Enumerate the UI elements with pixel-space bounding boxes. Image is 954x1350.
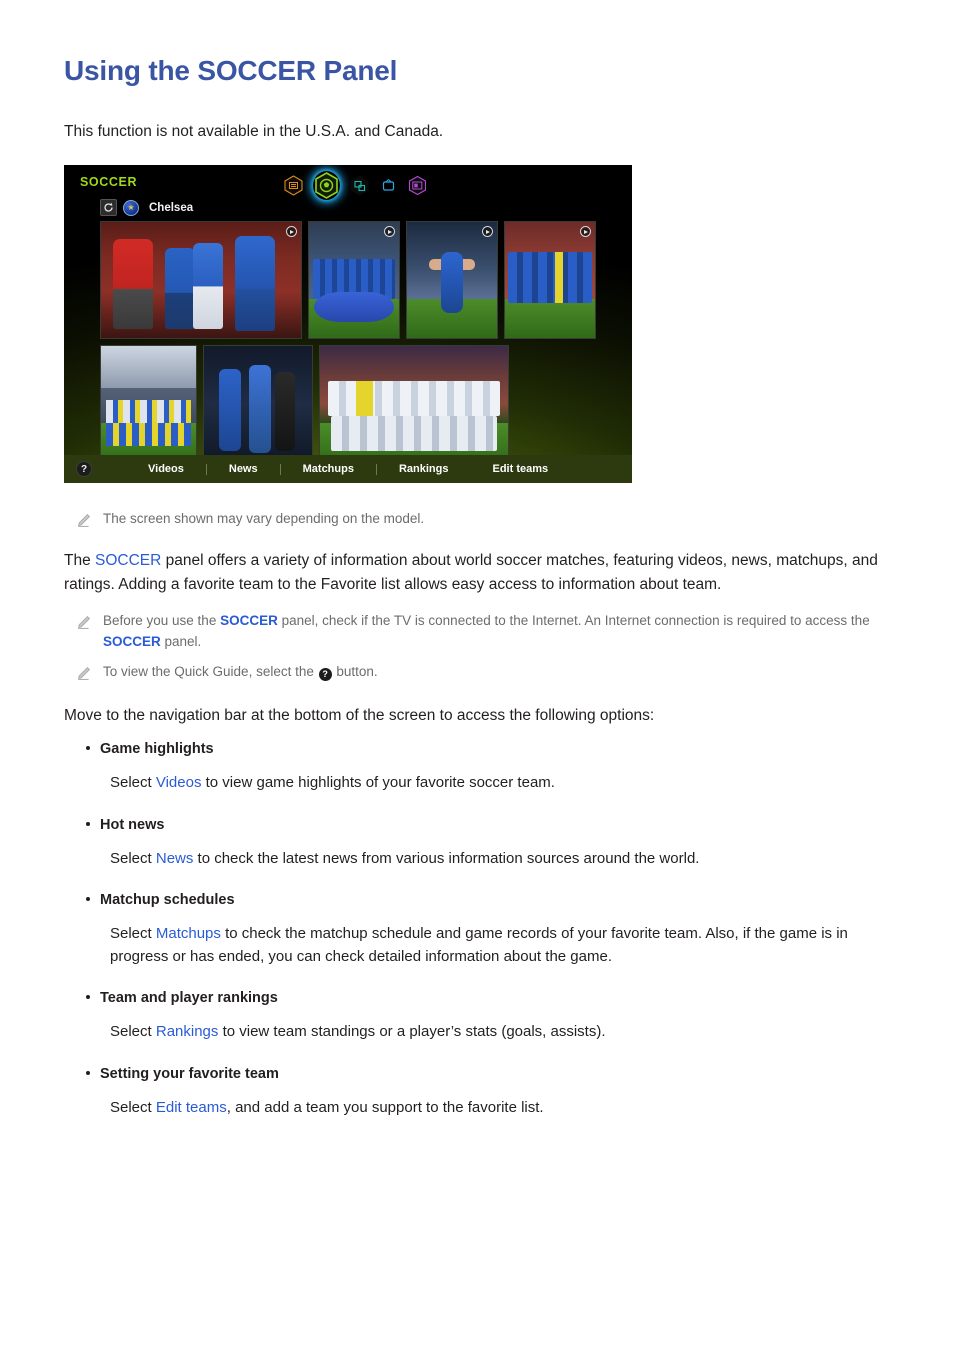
nav-item-matchups[interactable]: Matchups bbox=[281, 463, 376, 475]
soccer-ball-hex-icon[interactable] bbox=[313, 171, 340, 200]
bullet-body: Select Rankings to view team standings o… bbox=[64, 1021, 890, 1044]
note-text: Before you use the SOCCER panel, check i… bbox=[103, 611, 890, 652]
navigation-lead-line: Move to the navigation bar at the bottom… bbox=[64, 706, 655, 724]
body-part1: Select bbox=[110, 1098, 156, 1116]
multiscreen-hex-icon[interactable] bbox=[408, 175, 427, 196]
body-part2: to check the matchup schedule and game r… bbox=[110, 925, 848, 965]
bullet-team-player-rankings: Team and player rankings Select Rankings… bbox=[64, 990, 890, 1044]
note-quick-guide: To view the Quick Guide, select the ? bu… bbox=[64, 662, 890, 686]
thumb-team-photo-banner[interactable] bbox=[308, 221, 400, 340]
quick-guide-part1: To view the Quick Guide, select the bbox=[103, 663, 318, 679]
note-part3: panel. bbox=[160, 633, 202, 649]
tv-hex-icon[interactable] bbox=[379, 175, 398, 196]
bullet-matchup-schedules: Matchup schedules Select Matchups to che… bbox=[64, 892, 890, 968]
desc-part1: The bbox=[64, 552, 96, 570]
quick-guide-part2: button. bbox=[332, 663, 378, 679]
thumb-match-duel[interactable] bbox=[203, 345, 313, 464]
note-soccer-link-2[interactable]: SOCCER bbox=[103, 634, 161, 649]
crest-lion-glyph: ★ bbox=[127, 202, 135, 212]
body-part1: Select bbox=[110, 849, 156, 867]
refresh-icon[interactable] bbox=[100, 199, 117, 217]
bullet-body: Select Matchups to check the matchup sch… bbox=[64, 923, 890, 968]
intro-paragraph: This function is not available in the U.… bbox=[64, 122, 444, 140]
note-soccer-link-1[interactable]: SOCCER bbox=[220, 613, 278, 628]
nav-item-videos[interactable]: Videos bbox=[126, 463, 206, 475]
news-link[interactable]: News bbox=[156, 850, 194, 867]
bullet-title: Team and player rankings bbox=[100, 990, 278, 1007]
desc-soccer-link[interactable]: SOCCER bbox=[95, 552, 161, 569]
bullet-game-highlights: Game highlights Select Videos to view ga… bbox=[64, 741, 890, 795]
chelsea-crest-icon: ★ bbox=[123, 199, 139, 216]
bullet-row: Team and player rankings bbox=[64, 990, 890, 1006]
thumb-goal-celebration[interactable] bbox=[406, 221, 498, 340]
note-part2: panel, check if the TV is connected to t… bbox=[277, 613, 870, 629]
bullet-title: Game highlights bbox=[100, 741, 214, 758]
bullet-title: Setting your favorite team bbox=[100, 1065, 279, 1082]
bullet-dot-icon bbox=[86, 897, 90, 902]
videos-link[interactable]: Videos bbox=[156, 774, 202, 791]
thumb-team-photo-white-kit[interactable] bbox=[319, 345, 509, 464]
bullet-row: Setting your favorite team bbox=[64, 1066, 890, 1082]
thumb-stadium-team-photo[interactable] bbox=[100, 345, 197, 464]
help-button-icon[interactable]: ? bbox=[318, 668, 332, 682]
body-part1: Select bbox=[110, 774, 156, 792]
note-internet-required: Before you use the SOCCER panel, check i… bbox=[64, 611, 890, 652]
apps-hex-icon[interactable] bbox=[350, 175, 369, 196]
favorite-team-row[interactable]: ★ Chelsea bbox=[100, 199, 194, 217]
panel-logo: SOCCER bbox=[80, 175, 138, 190]
panel-header-icon-row bbox=[284, 171, 427, 200]
edit-teams-link[interactable]: Edit teams bbox=[156, 1099, 227, 1116]
body-part2: to view game highlights of your favorite… bbox=[201, 774, 555, 792]
note-screen-vary: The screen shown may vary depending on t… bbox=[64, 509, 890, 533]
bullet-dot-icon bbox=[86, 1070, 90, 1075]
body-part1: Select bbox=[110, 925, 156, 943]
pencil-icon bbox=[76, 513, 91, 533]
team-name-label: Chelsea bbox=[149, 201, 194, 214]
matchups-link[interactable]: Matchups bbox=[156, 925, 221, 942]
pencil-icon bbox=[76, 666, 91, 686]
soccer-panel-screenshot: SOCCER ★ Chelsea ? Videos News Matchups … bbox=[64, 165, 632, 484]
panel-header: SOCCER bbox=[64, 165, 632, 201]
bullet-setting-favorite-team: Setting your favorite team Select Edit t… bbox=[64, 1066, 890, 1120]
body-part2: to check the latest news from various in… bbox=[193, 849, 700, 867]
page-title: Using the SOCCER Panel bbox=[64, 55, 398, 86]
bullet-row: Game highlights bbox=[64, 741, 890, 757]
desc-part2: panel offers a variety of information ab… bbox=[64, 552, 878, 594]
bullet-body: Select News to check the latest news fro… bbox=[64, 848, 890, 871]
pencil-icon bbox=[76, 615, 91, 635]
bullet-body: Select Videos to view game highlights of… bbox=[64, 772, 890, 795]
document-page: Using the SOCCER Panel This function is … bbox=[0, 0, 954, 1119]
bullet-dot-icon bbox=[86, 995, 90, 1000]
body-part1: Select bbox=[110, 1023, 156, 1041]
note-text: The screen shown may vary depending on t… bbox=[103, 511, 425, 527]
bullet-title: Matchup schedules bbox=[100, 892, 235, 909]
body-part2: to view team standings or a player’s sta… bbox=[218, 1023, 606, 1041]
note-part1: Before you use the bbox=[103, 613, 221, 629]
thumb-lineup-red-crowd[interactable] bbox=[504, 221, 596, 340]
bullet-dot-icon bbox=[86, 821, 90, 826]
thumbnail-grid bbox=[100, 221, 600, 484]
body-part2: , and add a team you support to the favo… bbox=[226, 1098, 544, 1116]
bullet-row: Matchup schedules bbox=[64, 892, 890, 908]
bullet-row: Hot news bbox=[64, 817, 890, 833]
nav-item-rankings[interactable]: Rankings bbox=[377, 463, 471, 475]
note-text: To view the Quick Guide, select the ? bu… bbox=[103, 662, 378, 682]
soccer-panel-description: The SOCCER panel offers a variety of inf… bbox=[64, 549, 890, 597]
nav-item-list: Videos News Matchups Rankings Edit teams bbox=[126, 463, 570, 475]
nav-item-news[interactable]: News bbox=[207, 463, 280, 475]
bullet-hot-news: Hot news Select News to check the latest… bbox=[64, 817, 890, 871]
news-hex-icon[interactable] bbox=[284, 175, 303, 196]
bullet-title: Hot news bbox=[100, 816, 165, 833]
help-button[interactable]: ? bbox=[76, 461, 92, 478]
nav-item-edit-teams[interactable]: Edit teams bbox=[470, 463, 570, 475]
bullet-body: Select Edit teams, and add a team you su… bbox=[64, 1097, 890, 1120]
bullet-dot-icon bbox=[86, 746, 90, 751]
thumb-match-highlight-large[interactable] bbox=[100, 221, 302, 340]
rankings-link[interactable]: Rankings bbox=[156, 1023, 219, 1040]
panel-navigation-bar: ? Videos News Matchups Rankings Edit tea… bbox=[64, 455, 632, 484]
